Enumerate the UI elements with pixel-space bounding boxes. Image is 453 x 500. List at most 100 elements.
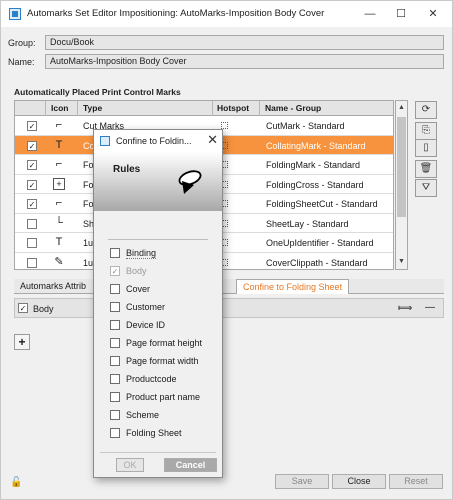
row-name-group: CutMark - Standard xyxy=(266,121,345,131)
row-name-group: OneUpIdentifier - Standard xyxy=(266,238,374,248)
row-name-group: CollatingMark - Standard xyxy=(266,140,366,151)
row-name-group: SheetLay - Standard xyxy=(266,218,349,229)
rule-checkbox[interactable] xyxy=(110,374,120,384)
sheet-lay-icon: └ xyxy=(55,216,63,229)
rule-checkbox[interactable] xyxy=(110,428,120,438)
column-header-icon[interactable]: Icon xyxy=(51,103,68,113)
scroll-down-arrow-icon[interactable]: ▼ xyxy=(396,256,407,268)
group-field[interactable]: Docu/Book xyxy=(45,35,444,50)
row-checkbox[interactable]: ✓ xyxy=(27,199,37,209)
add-rule-button[interactable]: + xyxy=(14,334,30,350)
rule-checkbox[interactable] xyxy=(110,410,120,420)
rule-checkbox[interactable] xyxy=(110,248,120,258)
column-header-type[interactable]: Type xyxy=(83,103,102,113)
copy-button[interactable]: ⎘ xyxy=(415,122,437,140)
column-header-name-group[interactable]: Name - Group xyxy=(265,103,321,113)
rule-checkbox: ✓ xyxy=(110,266,120,276)
dialog-header: Rules xyxy=(94,152,222,211)
confine-rule-row[interactable]: ✓ Body ⟾ — xyxy=(14,298,444,318)
automarks-editor-window: Automarks Set Editor Impositioning: Auto… xyxy=(0,0,453,500)
marks-section-title: Automatically Placed Print Control Marks xyxy=(14,87,181,97)
minimize-button[interactable]: — xyxy=(356,5,384,23)
dialog-footer-divider xyxy=(100,452,216,453)
funnel-icon xyxy=(178,170,202,194)
rule-checkbox[interactable] xyxy=(110,284,120,294)
rule-label: Page format width xyxy=(126,356,199,366)
edit-button[interactable]: ▯ xyxy=(415,139,437,157)
table-header: Icon Type Hotspot Name - Group xyxy=(15,101,393,116)
reset-button[interactable]: Reset xyxy=(389,474,443,489)
row-checkbox[interactable] xyxy=(27,238,37,248)
dialog-app-icon xyxy=(100,136,110,146)
name-label: Name: xyxy=(8,57,35,67)
tab-automarks-attributes[interactable]: Automarks Attrib xyxy=(14,279,92,294)
rule-label: Device ID xyxy=(126,320,166,330)
folding-cross-icon: + xyxy=(53,177,65,190)
dialog-title: Confine to Foldin... xyxy=(116,136,192,146)
row-type: 1u xyxy=(83,238,94,248)
body-checkbox[interactable]: ✓ xyxy=(18,303,28,313)
scrollbar-thumb[interactable] xyxy=(397,117,406,217)
rule-checkbox[interactable] xyxy=(110,302,120,312)
column-header-hotspot[interactable]: Hotspot xyxy=(217,103,249,113)
rule-label: Productcode xyxy=(126,374,177,384)
drag-handle-icon[interactable]: ⟾ xyxy=(398,303,412,314)
rule-checkbox[interactable] xyxy=(110,320,120,330)
lock-icon[interactable]: 🔓 xyxy=(10,477,22,488)
scroll-up-arrow-icon[interactable]: ▲ xyxy=(396,102,407,114)
clippath-wand-icon: ✎ xyxy=(54,255,64,268)
maximize-button[interactable]: ☐ xyxy=(387,5,415,23)
rule-label: Page format height xyxy=(126,338,203,348)
filter-button[interactable]: ⛛ xyxy=(415,179,437,197)
rule-checkbox[interactable] xyxy=(110,338,120,348)
ok-button[interactable]: OK xyxy=(116,458,144,472)
app-icon xyxy=(9,8,21,20)
hotspot-icon xyxy=(221,122,228,129)
body-rule-label: Body xyxy=(33,304,54,314)
rule-label: Scheme xyxy=(126,410,160,420)
table-scrollbar[interactable]: ▲ ▼ xyxy=(395,100,408,270)
tab-confine-to-folding-sheet[interactable]: Confine to Folding Sheet xyxy=(236,279,350,294)
save-button[interactable]: Save xyxy=(275,474,329,489)
rules-heading: Rules xyxy=(113,164,141,175)
title-bar: Automarks Set Editor Impositioning: Auto… xyxy=(1,1,452,27)
rule-label: Customer xyxy=(126,302,166,312)
refresh-button[interactable]: ⟳ xyxy=(415,101,437,119)
remove-rule-icon[interactable]: — xyxy=(425,302,435,313)
confine-dialog: Confine to Foldin... ✕ Rules Binding ✓ B… xyxy=(93,129,223,478)
group-label: Group: xyxy=(8,38,36,48)
row-name-group: CoverClippath - Standard xyxy=(266,257,368,268)
row-type: 1u xyxy=(83,257,94,268)
tab-bar: Automarks Attrib Confine to Folding Shee… xyxy=(14,279,444,294)
name-field[interactable]: AutoMarks-Imposition Body Cover xyxy=(45,54,444,69)
folding-mark-icon: ⌐ xyxy=(55,158,63,170)
dialog-close-icon[interactable]: ✕ xyxy=(207,132,218,148)
row-checkbox[interactable] xyxy=(27,257,37,268)
rule-label: Binding xyxy=(126,248,157,259)
sheet-cut-icon: ⌐ xyxy=(55,197,63,209)
cancel-button[interactable]: Cancel xyxy=(164,458,217,472)
rule-checkbox[interactable] xyxy=(110,356,120,366)
row-checkbox[interactable]: ✓ xyxy=(27,179,37,190)
close-button[interactable]: Close xyxy=(332,474,386,489)
dialog-title-bar: Confine to Foldin... ✕ xyxy=(94,130,222,152)
text-mark-icon: T xyxy=(55,236,63,248)
row-checkbox[interactable]: ✓ xyxy=(27,121,37,131)
row-type: Fo xyxy=(83,160,94,170)
text-mark-icon: T xyxy=(55,138,63,151)
rule-label: Product part name xyxy=(126,392,201,402)
rule-label: Body xyxy=(126,266,147,276)
row-checkbox[interactable] xyxy=(27,218,37,229)
row-type: Fo xyxy=(83,199,94,209)
row-name-group: FoldingCross - Standard xyxy=(266,179,364,190)
window-title: Automarks Set Editor Impositioning: Auto… xyxy=(27,8,325,19)
row-type: Fo xyxy=(83,179,94,190)
row-name-group: FoldingSheetCut - Standard xyxy=(266,199,378,209)
rule-label: Cover xyxy=(126,284,151,294)
close-window-button[interactable]: ✕ xyxy=(419,5,447,23)
delete-button[interactable]: 🗑 xyxy=(415,160,437,178)
rule-checkbox[interactable] xyxy=(110,392,120,402)
row-checkbox[interactable]: ✓ xyxy=(27,140,37,151)
rules-divider xyxy=(108,239,208,240)
row-checkbox[interactable]: ✓ xyxy=(27,160,37,170)
